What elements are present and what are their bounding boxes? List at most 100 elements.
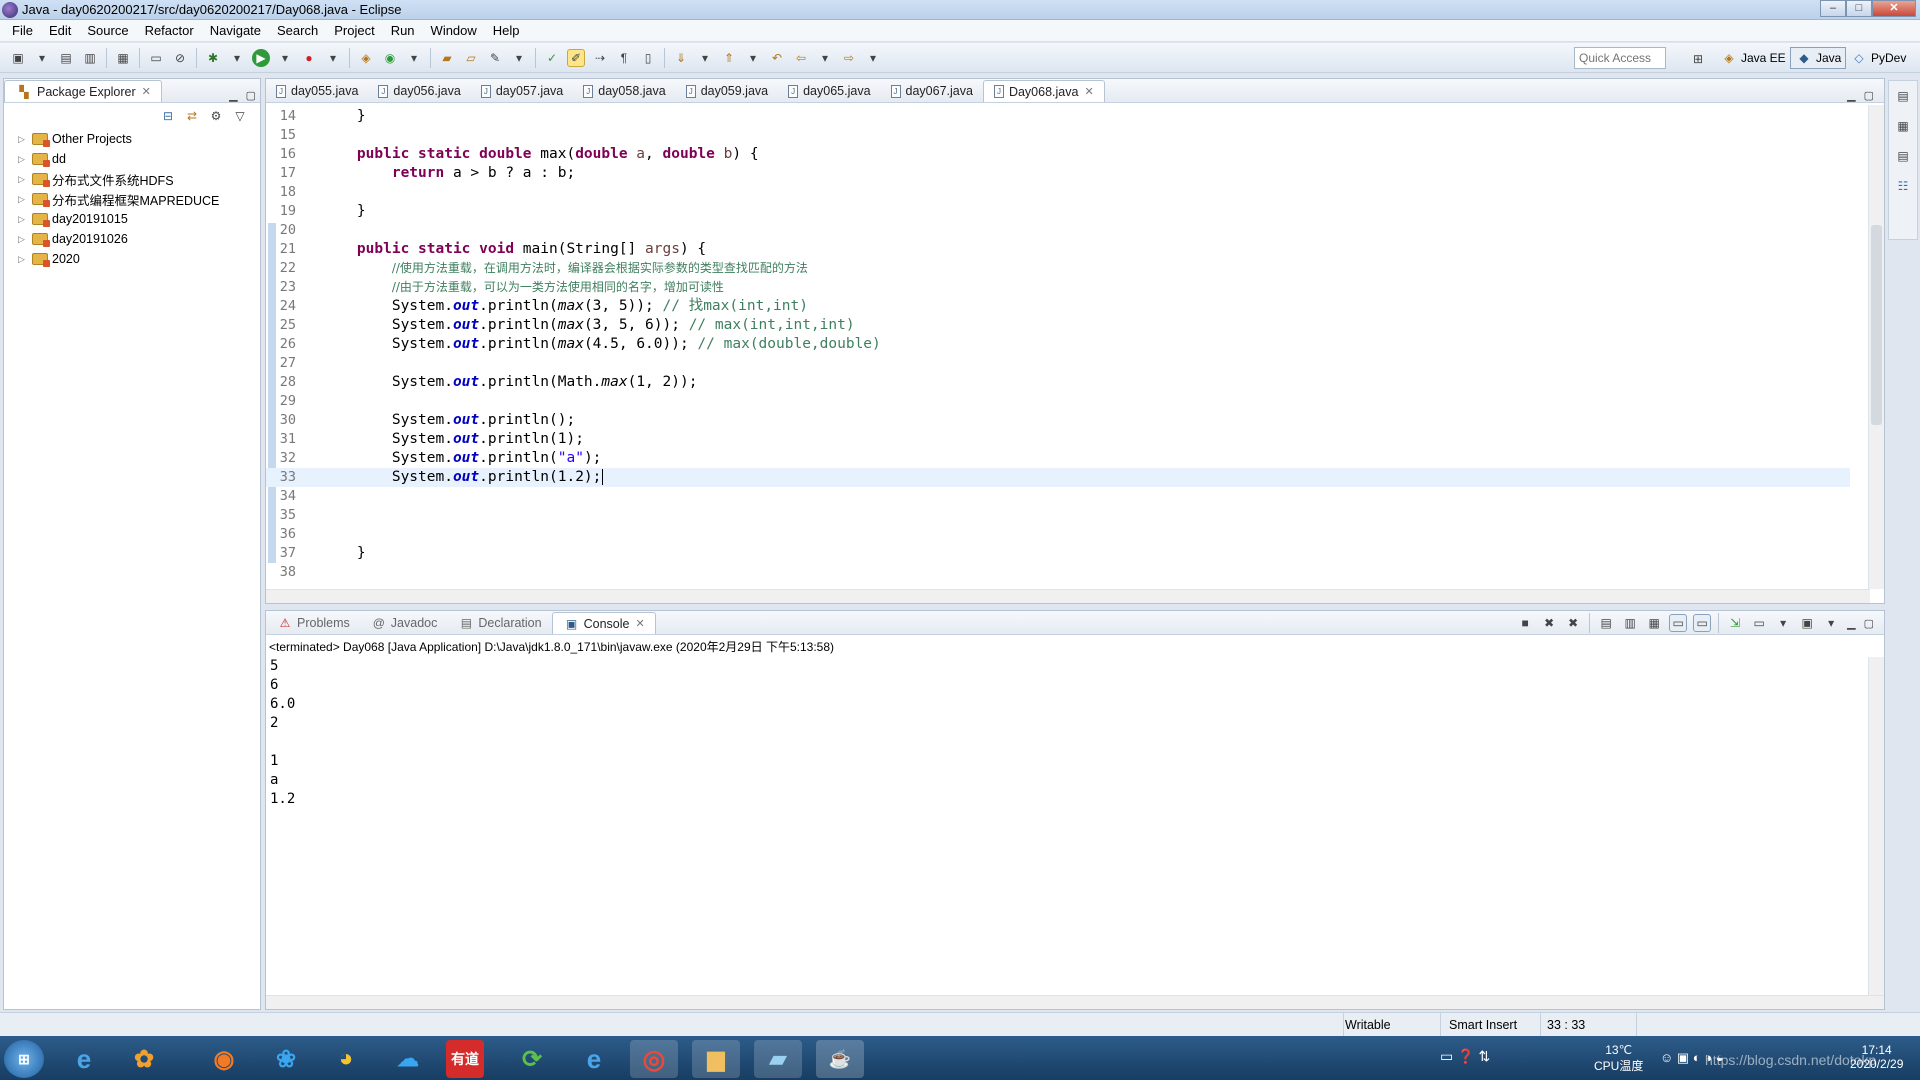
console-horizontal-scrollbar[interactable] <box>266 995 1884 1009</box>
dropdown-icon[interactable]: ▾ <box>324 49 342 67</box>
notepad-icon[interactable]: ▰ <box>754 1040 802 1078</box>
maximize-button[interactable]: □ <box>1846 0 1872 17</box>
perspective-java-ee[interactable]: ◈ Java EE <box>1716 47 1790 69</box>
restore-icon[interactable]: ▤ <box>1894 87 1912 105</box>
new-icon[interactable]: ▣ <box>9 49 27 67</box>
word-wrap-icon[interactable]: ▦ <box>1645 614 1663 632</box>
editor-tab-day058[interactable]: Jday058.java <box>573 80 675 102</box>
scroll-lock-icon[interactable]: ▥ <box>1621 614 1639 632</box>
dropdown-icon[interactable]: ▾ <box>864 49 882 67</box>
menu-window[interactable]: Window <box>423 23 485 38</box>
toggle-highlight-icon[interactable]: ✐ <box>567 48 585 67</box>
back-icon[interactable]: ⇦ <box>792 49 810 67</box>
close-button[interactable]: ✕ <box>1872 0 1916 17</box>
internet-explorer-icon[interactable]: e <box>570 1040 618 1078</box>
menu-search[interactable]: Search <box>269 23 326 38</box>
minimize-view-icon[interactable]: ▁ <box>1847 89 1855 102</box>
menu-refactor[interactable]: Refactor <box>137 23 202 38</box>
link-with-editor-icon[interactable]: ⇄ <box>183 107 201 125</box>
open-type-icon[interactable]: ▰ <box>438 49 456 67</box>
show-on-stdout-icon[interactable]: ▭ <box>1669 614 1688 632</box>
minimize-view-icon[interactable]: ▁ <box>1847 617 1855 630</box>
cloud-icon[interactable]: ☁ <box>384 1040 432 1078</box>
color-app-icon[interactable]: ✿ <box>120 1040 168 1078</box>
quick-access-input[interactable] <box>1574 47 1666 69</box>
expand-arrow-icon[interactable]: ▷ <box>18 154 28 165</box>
pin-console-icon[interactable]: ⇲ <box>1726 614 1744 632</box>
minimize-view-icon[interactable]: ▁ <box>229 89 237 102</box>
scrollbar-thumb[interactable] <box>1871 225 1882 425</box>
editor-tab-day068[interactable]: J Day068.java ✕ <box>982 80 1105 102</box>
perspective-java[interactable]: ◆ Java <box>1790 47 1847 69</box>
dropdown-icon[interactable]: ▾ <box>228 49 246 67</box>
menu-project[interactable]: Project <box>326 23 382 38</box>
block-selection-icon[interactable]: ▯ <box>639 49 657 67</box>
remove-all-terminated-icon[interactable]: ✖ <box>1564 614 1582 632</box>
console-vertical-scrollbar[interactable] <box>1868 657 1884 995</box>
dropdown-icon[interactable]: ▾ <box>510 49 528 67</box>
filter-icon[interactable]: ⚙ <box>207 107 225 125</box>
last-edit-location-icon[interactable]: ↶ <box>768 49 786 67</box>
youdao-icon[interactable]: 有道 <box>446 1040 484 1078</box>
menu-run[interactable]: Run <box>383 23 423 38</box>
show-whitespace-icon[interactable]: ¶ <box>615 49 633 67</box>
expand-arrow-icon[interactable]: ▷ <box>18 214 28 225</box>
dropdown-icon[interactable]: ▾ <box>405 49 423 67</box>
menu-help[interactable]: Help <box>485 23 528 38</box>
editor-tab-day067[interactable]: Jday067.java <box>881 80 983 102</box>
code-area[interactable]: 14 } 15 16 public static double max(doub… <box>266 107 1850 582</box>
eclipse-taskbar-icon[interactable]: ☕ <box>816 1040 864 1078</box>
close-icon[interactable]: ✕ <box>142 85 151 98</box>
tab-console[interactable]: ▣ Console ✕ <box>551 612 656 634</box>
previous-annotation-icon[interactable]: ⇑ <box>720 49 738 67</box>
tree-item-hdfs[interactable]: ▷ 分布式文件系统HDFS <box>4 169 260 189</box>
minimize-button[interactable]: – <box>1820 0 1846 17</box>
dropdown-icon[interactable]: ▾ <box>1822 614 1840 632</box>
chrome-icon[interactable]: ◎ <box>630 1040 678 1078</box>
menu-navigate[interactable]: Navigate <box>202 23 269 38</box>
menu-source[interactable]: Source <box>79 23 136 38</box>
dropdown-icon[interactable]: ▾ <box>696 49 714 67</box>
editor-tab-day059[interactable]: Jday059.java <box>676 80 778 102</box>
menu-edit[interactable]: Edit <box>41 23 79 38</box>
file-explorer-icon[interactable]: ▆ <box>692 1040 740 1078</box>
tree-item-dd[interactable]: ▷ dd <box>4 149 260 169</box>
tab-package-explorer[interactable]: ▚ Package Explorer ✕ <box>4 80 162 102</box>
menu-file[interactable]: File <box>4 23 41 38</box>
dropdown-icon[interactable]: ▾ <box>816 49 834 67</box>
start-button[interactable]: ⊞ <box>4 1040 44 1078</box>
internet-explorer-icon[interactable]: e <box>60 1040 108 1078</box>
tree-item-day20191026[interactable]: ▷ day20191026 <box>4 229 260 249</box>
expand-arrow-icon[interactable]: ▷ <box>18 254 28 265</box>
save-all-icon[interactable]: ▥ <box>81 49 99 67</box>
open-console-icon[interactable]: ▣ <box>1798 614 1816 632</box>
system-clock[interactable]: 17:14 2020/2/29 <box>1850 1043 1903 1071</box>
outline-icon[interactable]: ▦ <box>1894 117 1912 135</box>
editor-vertical-scrollbar[interactable] <box>1868 105 1884 589</box>
expand-arrow-icon[interactable]: ▷ <box>18 174 28 185</box>
clear-console-icon[interactable]: ▤ <box>1597 614 1615 632</box>
expand-arrow-icon[interactable]: ▷ <box>18 194 28 205</box>
terminate-icon[interactable]: ■ <box>1516 614 1534 632</box>
refresh-app-icon[interactable]: ⟳ <box>508 1040 556 1078</box>
editor-tab-day057[interactable]: Jday057.java <box>471 80 573 102</box>
firefox-icon[interactable]: ◉ <box>200 1040 248 1078</box>
new-java-class-icon[interactable]: ◉ <box>381 49 399 67</box>
console-output[interactable]: 5 6 6.0 2 1 a 1.2 <box>266 655 1884 809</box>
expand-arrow-icon[interactable]: ▷ <box>18 234 28 245</box>
search-icon[interactable]: ✎ <box>486 49 504 67</box>
restore-icon[interactable]: ▤ <box>1894 147 1912 165</box>
print-icon[interactable]: ▦ <box>114 49 132 67</box>
skip-breakpoints-icon[interactable]: ⊘ <box>171 49 189 67</box>
tree-item-mapreduce[interactable]: ▷ 分布式编程框架MAPREDUCE <box>4 189 260 209</box>
expand-arrow-icon[interactable]: ▷ <box>18 134 28 145</box>
open-perspective-icon[interactable]: ⊞ <box>1689 50 1707 68</box>
tab-problems[interactable]: ⚠ Problems <box>266 612 360 634</box>
collapse-all-icon[interactable]: ⊟ <box>159 107 177 125</box>
debug-icon[interactable]: ✱ <box>204 49 222 67</box>
tab-declaration[interactable]: ▤ Declaration <box>447 612 551 634</box>
task-list-icon[interactable]: ☷ <box>1894 177 1912 195</box>
new-java-package-icon[interactable]: ◈ <box>357 49 375 67</box>
tree-item-other-projects[interactable]: ▷ Other Projects <box>4 129 260 149</box>
tree-item-day20191015[interactable]: ▷ day20191015 <box>4 209 260 229</box>
